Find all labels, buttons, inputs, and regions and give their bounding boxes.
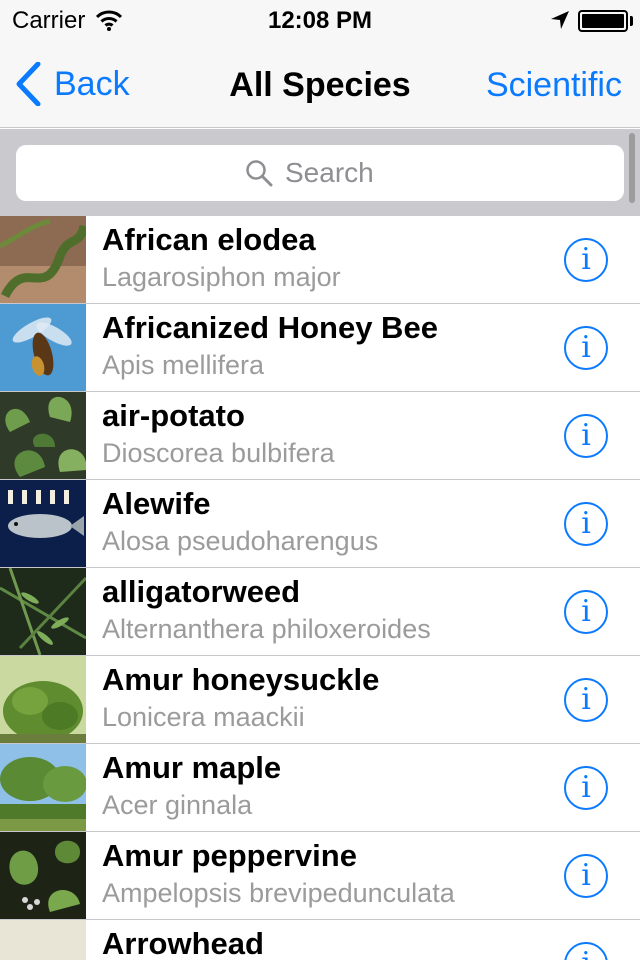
list-item[interactable]: Amur honeysuckle Lonicera maackii i <box>0 656 640 744</box>
species-scientific-name: Apis mellifera <box>102 350 265 380</box>
list-item[interactable]: alligatorweed Alternanthera philoxeroide… <box>0 568 640 656</box>
species-scientific-name: Alternanthera philoxeroides <box>102 614 431 644</box>
status-bar: Carrier 12:08 PM <box>0 0 640 40</box>
battery-icon <box>578 10 628 32</box>
species-common-name: Amur maple <box>102 750 282 785</box>
species-scientific-name: Alosa pseudoharengus <box>102 526 379 556</box>
species-thumbnail <box>0 656 86 743</box>
scientific-toggle-button[interactable]: Scientific <box>486 66 622 105</box>
list-item[interactable]: African elodea Lagarosiphon major i <box>0 216 640 304</box>
list-item[interactable]: air-potato Dioscorea bulbifera i <box>0 392 640 480</box>
species-common-name: Arrowhead <box>102 926 264 960</box>
species-thumbnail <box>0 392 86 479</box>
list-item[interactable]: Amur maple Acer ginnala i <box>0 744 640 832</box>
species-thumbnail <box>0 920 86 960</box>
list-item[interactable]: Africanized Honey Bee Apis mellifera i <box>0 304 640 392</box>
info-button[interactable]: i <box>564 238 608 282</box>
scroll-indicator[interactable] <box>629 133 635 203</box>
battery-tip <box>630 16 633 26</box>
info-button[interactable]: i <box>564 678 608 722</box>
species-common-name: Alewife <box>102 486 211 521</box>
species-thumbnail <box>0 304 86 391</box>
species-common-name: alligatorweed <box>102 574 301 609</box>
species-thumbnail <box>0 832 86 919</box>
info-button[interactable]: i <box>564 414 608 458</box>
info-button[interactable]: i <box>564 766 608 810</box>
back-button[interactable]: Back <box>14 62 130 106</box>
location-arrow-icon <box>550 10 570 35</box>
chevron-left-icon <box>16 62 41 106</box>
info-button[interactable]: i <box>564 326 608 370</box>
info-button[interactable]: i <box>564 590 608 634</box>
species-thumbnail <box>0 480 86 567</box>
species-scientific-name: Acer ginnala <box>102 790 253 820</box>
info-button[interactable]: i <box>564 942 608 960</box>
species-thumbnail <box>0 568 86 655</box>
search-field[interactable] <box>16 145 624 201</box>
species-thumbnail <box>0 744 86 831</box>
search-icon <box>246 160 273 187</box>
info-button[interactable]: i <box>564 854 608 898</box>
navigation-bar: Back All Species Scientific <box>0 40 640 128</box>
back-label: Back <box>54 64 130 103</box>
species-list: African elodea Lagarosiphon major i Afri… <box>0 216 640 960</box>
species-scientific-name: Dioscorea bulbifera <box>102 438 335 468</box>
list-item[interactable]: Amur peppervine Ampelopsis brevipeduncul… <box>0 832 640 920</box>
info-button[interactable]: i <box>564 502 608 546</box>
species-scientific-name: Lonicera maackii <box>102 702 305 732</box>
search-bar <box>0 129 640 216</box>
species-common-name: African elodea <box>102 222 316 257</box>
species-common-name: Amur honeysuckle <box>102 662 380 697</box>
species-scientific-name: Lagarosiphon major <box>102 262 341 292</box>
species-common-name: Amur peppervine <box>102 838 357 873</box>
species-common-name: Africanized Honey Bee <box>102 310 438 345</box>
species-thumbnail <box>0 216 86 303</box>
search-input[interactable] <box>285 157 395 189</box>
species-scientific-name: Ampelopsis brevipedunculata <box>102 878 455 908</box>
list-item[interactable]: Alewife Alosa pseudoharengus i <box>0 480 640 568</box>
list-item[interactable]: Arrowhead i <box>0 920 640 960</box>
status-time: 12:08 PM <box>267 7 373 34</box>
species-common-name: air-potato <box>102 398 245 433</box>
